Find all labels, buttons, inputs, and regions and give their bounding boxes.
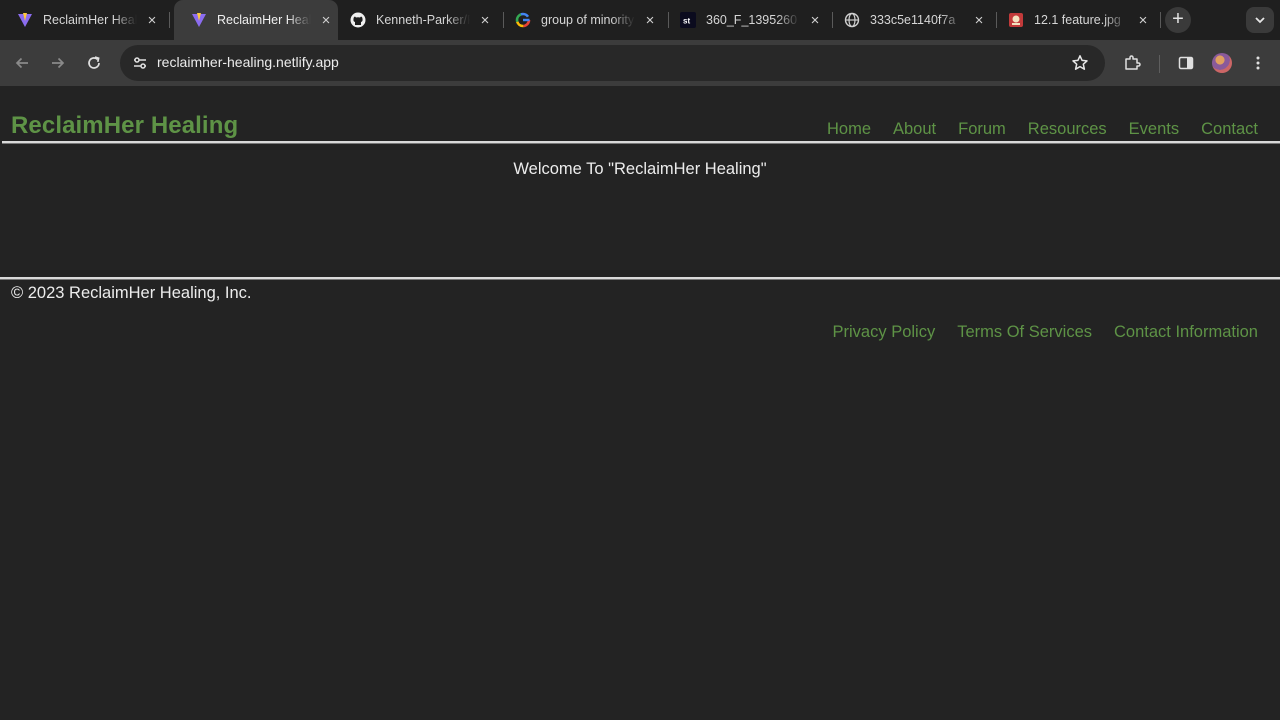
page-viewport: ReclaimHer Healing Home About Forum Reso… — [0, 87, 1280, 720]
nav-link-forum[interactable]: Forum — [958, 120, 1006, 139]
forward-button[interactable] — [46, 51, 70, 75]
arrow-right-icon — [52, 57, 65, 69]
address-bar[interactable]: reclaimher-healing.netlify.app — [120, 45, 1105, 81]
side-panel-icon — [1178, 56, 1194, 70]
github-icon — [350, 12, 366, 28]
browser-toolbar: reclaimher-healing.netlify.app — [0, 40, 1280, 86]
back-button[interactable] — [10, 51, 34, 75]
profile-avatar[interactable] — [1212, 53, 1232, 73]
nav-link-contact[interactable]: Contact — [1201, 120, 1258, 139]
header-divider — [2, 141, 1280, 144]
footer-nav: Privacy Policy Terms Of Services Contact… — [811, 323, 1258, 342]
footer-link-privacy-policy[interactable]: Privacy Policy — [833, 323, 936, 342]
tab-reclaimher-1[interactable]: ReclaimHer Healing × — [0, 0, 164, 40]
close-icon[interactable]: × — [145, 12, 159, 29]
image-icon — [1008, 12, 1024, 28]
reload-button[interactable] — [82, 51, 106, 75]
shutterstock-glyph: st — [683, 17, 690, 26]
tab-google[interactable]: group of minority women × — [498, 0, 662, 40]
tab-title: 333c5e1140f7a — [870, 13, 956, 27]
nav-link-about[interactable]: About — [893, 120, 936, 139]
footer-divider — [0, 277, 1280, 280]
welcome-message: Welcome To "ReclaimHer Healing" — [513, 160, 767, 178]
nav-link-events[interactable]: Events — [1129, 120, 1179, 139]
tab-feature-image[interactable]: 12.1 feature.jpg × — [991, 0, 1155, 40]
tab-title: Kenneth-Parker/ReclaimHer — [376, 13, 470, 27]
tab-image-hash[interactable]: 333c5e1140f7a × — [827, 0, 991, 40]
main-nav: Home About Forum Resources Events Contac… — [805, 120, 1258, 139]
toolbar-divider — [1159, 55, 1160, 73]
google-icon — [515, 12, 531, 28]
footer-link-terms-of-services[interactable]: Terms Of Services — [957, 323, 1092, 342]
tab-title: 360_F_1395260 — [706, 13, 798, 27]
url-text[interactable]: reclaimher-healing.netlify.app — [157, 54, 339, 70]
vite-icon — [17, 12, 33, 28]
tab-title: 12.1 feature.jpg — [1034, 13, 1121, 27]
puzzle-icon — [1125, 55, 1141, 70]
site-settings-icon[interactable] — [130, 53, 150, 73]
close-icon[interactable]: × — [319, 12, 333, 29]
tab-github[interactable]: Kenneth-Parker/ReclaimHer × — [333, 0, 497, 40]
chevron-down-icon — [1255, 17, 1265, 24]
browser-menu-button[interactable] — [1246, 51, 1270, 75]
more-vert-icon — [1256, 56, 1260, 70]
arrow-left-icon — [15, 57, 28, 69]
globe-icon — [844, 12, 860, 28]
side-panel-button[interactable] — [1174, 51, 1198, 75]
tab-separator — [169, 12, 170, 28]
close-icon[interactable]: × — [972, 12, 986, 29]
vite-icon — [191, 12, 207, 28]
close-icon[interactable]: × — [808, 12, 822, 29]
tab-title: group of minority women — [541, 13, 635, 27]
tab-reclaimher-2[interactable]: ReclaimHer Healing × — [174, 0, 338, 40]
close-icon[interactable]: × — [1136, 12, 1150, 29]
tab-title: ReclaimHer Healing — [217, 13, 311, 27]
shutterstock-icon: st — [680, 12, 696, 28]
tab-search-button[interactable] — [1246, 7, 1274, 33]
bookmark-star-icon[interactable] — [1070, 53, 1090, 73]
tab-strip: ReclaimHer Healing × ReclaimHer Healing … — [0, 0, 1280, 40]
nav-link-resources[interactable]: Resources — [1028, 120, 1107, 139]
tab-title: ReclaimHer Healing — [43, 13, 137, 27]
close-icon[interactable]: × — [478, 12, 492, 29]
close-icon[interactable]: × — [643, 12, 657, 29]
extensions-button[interactable] — [1120, 51, 1144, 75]
nav-link-home[interactable]: Home — [827, 120, 871, 139]
reload-icon — [88, 56, 100, 69]
footer-copyright: © 2023 ReclaimHer Healing, Inc. — [11, 284, 252, 302]
site-brand[interactable]: ReclaimHer Healing — [11, 112, 238, 140]
tab-shutterstock[interactable]: st 360_F_1395260 × — [663, 0, 827, 40]
tab-separator — [1160, 12, 1161, 28]
footer-link-contact-information[interactable]: Contact Information — [1114, 323, 1258, 342]
new-tab-button[interactable]: + — [1165, 7, 1191, 33]
